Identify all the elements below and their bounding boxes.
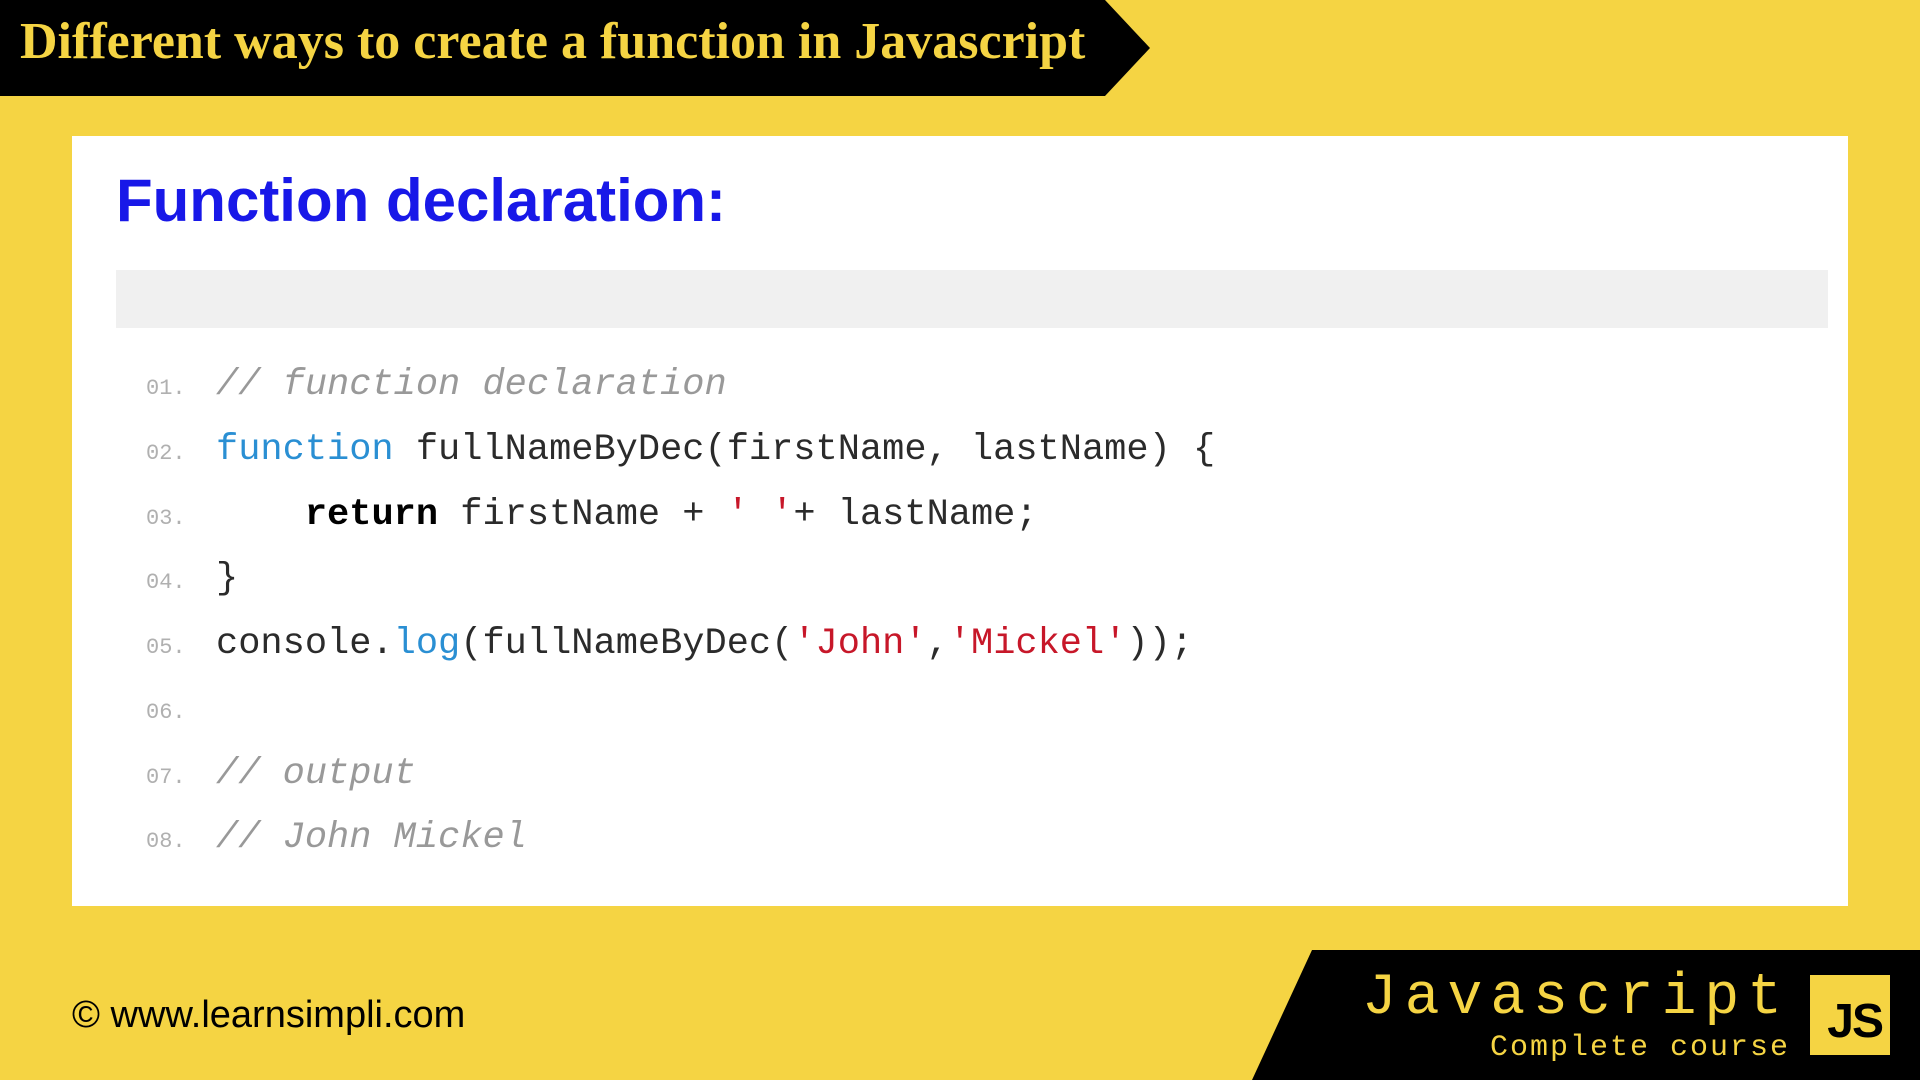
code-token-comment: // output [216, 753, 416, 795]
code-content: } [216, 547, 238, 612]
code-token-plain: (fullNameByDec( [460, 623, 793, 665]
code-line: 04.} [146, 547, 1808, 612]
line-number: 06. [146, 694, 216, 733]
line-number: 07. [146, 759, 216, 798]
code-line: 05.console.log(fullNameByDec('John','Mic… [146, 612, 1808, 677]
code-token-plain: } [216, 558, 238, 600]
section-heading: Function declaration: [116, 166, 1828, 235]
page-title: Different ways to create a function in J… [0, 0, 1105, 96]
code-line: 07.// output [146, 742, 1808, 807]
code-token-string: 'Mickel' [949, 623, 1127, 665]
code-content: // function declaration [216, 353, 727, 418]
code-token-plain [216, 494, 305, 536]
code-token-comment: // function declaration [216, 364, 727, 406]
code-token-plain: console. [216, 623, 394, 665]
line-number: 08. [146, 823, 216, 862]
code-token-method: log [394, 623, 461, 665]
code-block: 01.// function declaration02.function fu… [116, 270, 1828, 886]
code-line: 08.// John Mickel [146, 806, 1808, 871]
code-line: 01.// function declaration [146, 353, 1808, 418]
line-number: 04. [146, 564, 216, 603]
code-line: 06. [146, 677, 1808, 742]
code-token-string: 'John' [793, 623, 926, 665]
code-token-plain [216, 688, 238, 730]
title-bar: Different ways to create a function in J… [0, 0, 1920, 96]
code-token-plain: + lastName; [793, 494, 1037, 536]
code-line: 03. return firstName + ' '+ lastName; [146, 483, 1808, 548]
code-token-plain: firstName + [438, 494, 727, 536]
code-token-plain: )); [1126, 623, 1193, 665]
code-token-plain: fullNameByDec(firstName, lastName) { [394, 429, 1216, 471]
title-arrow-decoration [1105, 0, 1150, 96]
brand-subtitle: Complete course [1490, 1031, 1790, 1065]
code-content [216, 677, 238, 742]
brand-title: Javascript [1362, 966, 1790, 1031]
brand-box: Javascript Complete course JS [1312, 950, 1920, 1080]
footer: © www.learnsimpli.com Javascript Complet… [0, 950, 1920, 1080]
line-number: 01. [146, 370, 216, 409]
line-number: 03. [146, 500, 216, 539]
line-number: 02. [146, 435, 216, 474]
code-token-string: ' ' [727, 494, 794, 536]
brand-text: Javascript Complete course [1362, 966, 1790, 1065]
code-line: 02.function fullNameByDec(firstName, las… [146, 418, 1808, 483]
code-token-comment: // John Mickel [216, 817, 527, 859]
code-content: // John Mickel [216, 806, 527, 871]
content-panel: Function declaration: 01.// function dec… [72, 136, 1848, 906]
copyright-text: © www.learnsimpli.com [72, 994, 465, 1037]
line-number: 05. [146, 629, 216, 668]
code-content: // output [216, 742, 416, 807]
code-lines-container: 01.// function declaration02.function fu… [116, 328, 1828, 886]
code-token-keyword: function [216, 429, 394, 471]
code-content: console.log(fullNameByDec('John','Mickel… [216, 612, 1193, 677]
js-logo-icon: JS [1810, 975, 1890, 1055]
code-token-keyword-bold: return [305, 494, 438, 536]
code-content: return firstName + ' '+ lastName; [216, 483, 1038, 548]
code-token-plain: , [927, 623, 949, 665]
code-content: function fullNameByDec(firstName, lastNa… [216, 418, 1215, 483]
